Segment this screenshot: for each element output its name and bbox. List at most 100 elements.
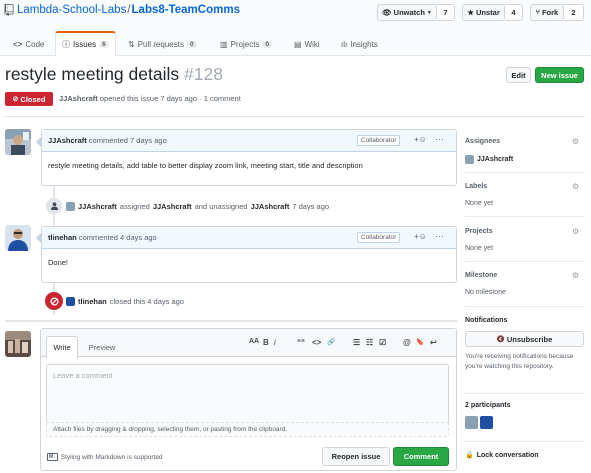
gear-icon[interactable]: ⚙ bbox=[572, 271, 579, 280]
list-ordered-icon[interactable]: ☷ bbox=[366, 338, 373, 347]
status-label: Closed bbox=[20, 94, 46, 104]
avatar[interactable] bbox=[66, 202, 75, 211]
event-action: and unassigned bbox=[194, 202, 248, 211]
caret-down-icon: ▼ bbox=[426, 9, 432, 16]
repo-nav: <> Code ⓘ Issues 6 ⇅ Pull requests 0 ▥ P… bbox=[0, 31, 591, 56]
git-pull-request-icon: ⇅ bbox=[128, 39, 135, 49]
new-issue-button[interactable]: New issue bbox=[535, 67, 584, 83]
mention-icon[interactable]: @ bbox=[403, 338, 411, 347]
list-unordered-icon[interactable]: ☰ bbox=[353, 338, 360, 347]
code-icon[interactable]: <> bbox=[312, 338, 321, 347]
attach-files-hint[interactable]: Attach files by dragging & dropping, sel… bbox=[46, 422, 449, 437]
stargazers-count[interactable]: 4 bbox=[505, 4, 523, 21]
event-time[interactable]: 7 days ago bbox=[292, 202, 329, 211]
event-actor-link[interactable]: tlinehan bbox=[78, 297, 107, 306]
participant-avatars bbox=[465, 416, 585, 429]
sidebar-heading: Milestone bbox=[465, 272, 498, 279]
avatar[interactable] bbox=[66, 297, 75, 306]
avatar[interactable] bbox=[5, 225, 31, 251]
avatar[interactable] bbox=[480, 416, 493, 429]
gear-icon[interactable]: ⚙ bbox=[572, 137, 579, 146]
sidebar-divider bbox=[465, 261, 585, 262]
milestone-value: No milestone bbox=[465, 289, 506, 296]
unsubscribe-button[interactable]: 🔇 Unsubscribe bbox=[465, 331, 584, 347]
kebab-horizontal-icon[interactable]: ··· bbox=[435, 231, 444, 241]
watchers-count[interactable]: 7 bbox=[437, 4, 455, 21]
project-icon: ▥ bbox=[220, 39, 228, 49]
markdown-note-text[interactable]: Styling with Markdown is supported bbox=[61, 454, 163, 461]
comment-author-link[interactable]: JJAshcraft bbox=[48, 136, 87, 145]
tab-wiki[interactable]: ▤ Wiki bbox=[294, 32, 320, 56]
star-icon: ★ bbox=[467, 8, 474, 17]
tab-issues[interactable]: ⓘ Issues 6 bbox=[55, 31, 116, 56]
edit-title-button[interactable]: Edit bbox=[506, 67, 531, 83]
new-comment-form: Write Preview AA B i ““ <> 🔗 ☰ ☷ ☑ @ 🔖 ↩… bbox=[40, 328, 457, 471]
reply-icon[interactable]: ↩ bbox=[430, 338, 437, 347]
add-reaction-icon[interactable]: +☺ bbox=[414, 232, 427, 241]
header-divider bbox=[5, 116, 585, 117]
repo-owner-link[interactable]: Lambda-School-Labs bbox=[17, 4, 126, 16]
comment-timestamp[interactable]: commented 7 days ago bbox=[89, 136, 167, 145]
tab-projects[interactable]: ▥ Projects 0 bbox=[220, 32, 273, 56]
italic-icon[interactable]: i bbox=[274, 338, 276, 347]
quote-icon[interactable]: ““ bbox=[297, 338, 305, 347]
repo-name-link[interactable]: Labs8-TeamComms bbox=[132, 4, 240, 16]
text-size-icon[interactable]: AA bbox=[249, 338, 259, 345]
sidebar-assignees[interactable]: Assignees ⚙ JJAshcraft bbox=[465, 137, 585, 164]
comment-timestamp[interactable]: commented 4 days ago bbox=[79, 233, 157, 242]
issue-opened-icon: ⓘ bbox=[62, 40, 70, 49]
comment-author-link[interactable]: tlinehan bbox=[48, 233, 77, 242]
sidebar-milestone[interactable]: Milestone ⚙ No milestone bbox=[465, 271, 585, 296]
assignee-name[interactable]: JJAshcraft bbox=[477, 156, 513, 163]
sidebar-projects[interactable]: Projects ⚙ None yet bbox=[465, 227, 585, 252]
issue-author-link[interactable]: JJAshcraft bbox=[59, 94, 98, 103]
labels-value: None yet bbox=[465, 200, 494, 207]
graph-icon: ılı bbox=[341, 39, 348, 49]
fork-button[interactable]: ⑂ Fork bbox=[530, 4, 564, 21]
gear-icon[interactable]: ⚙ bbox=[572, 182, 579, 191]
tab-insights[interactable]: ılı Insights bbox=[341, 32, 378, 56]
avatar-tlinehan-image bbox=[5, 225, 31, 251]
tab-label: Pull requests bbox=[137, 39, 184, 49]
avatar[interactable] bbox=[5, 129, 31, 155]
tab-label: Insights bbox=[350, 39, 378, 49]
event-target-link[interactable]: JJAshcraft bbox=[153, 202, 192, 211]
bookmark-icon[interactable]: 🔖 bbox=[416, 338, 424, 346]
lock-conversation-link[interactable]: 🔒 Lock conversation bbox=[465, 451, 585, 460]
tab-write[interactable]: Write bbox=[46, 336, 78, 358]
tab-code[interactable]: <> Code bbox=[13, 32, 44, 56]
kebab-horizontal-icon[interactable]: ··· bbox=[435, 134, 444, 144]
avatar[interactable] bbox=[465, 416, 478, 429]
link-icon[interactable]: 🔗 bbox=[327, 338, 335, 346]
repo-forked-icon: ⑂ bbox=[535, 9, 540, 16]
unstar-button[interactable]: ★ Unstar bbox=[462, 4, 505, 21]
unstar-label: Unstar bbox=[475, 8, 500, 17]
add-reaction-icon[interactable]: +☺ bbox=[414, 135, 427, 144]
sidebar-heading: 2 participants bbox=[465, 402, 511, 409]
sidebar-labels[interactable]: Labels ⚙ None yet bbox=[465, 182, 585, 207]
issue-closed-icon: ⊘ bbox=[12, 96, 19, 103]
tab-label: Code bbox=[25, 39, 45, 49]
unwatch-button[interactable]: 👁 Unwatch ▼ bbox=[377, 4, 437, 21]
avatar bbox=[465, 155, 474, 164]
avatar[interactable] bbox=[5, 331, 31, 357]
forks-count[interactable]: 2 bbox=[564, 4, 584, 21]
reopen-issue-button[interactable]: Reopen issue bbox=[322, 447, 390, 466]
assignee-item[interactable]: JJAshcraft bbox=[465, 155, 585, 164]
sidebar-heading: Notifications bbox=[465, 317, 508, 324]
tab-pull-requests[interactable]: ⇅ Pull requests 0 bbox=[128, 32, 197, 56]
comment-button[interactable]: Comment bbox=[393, 447, 449, 466]
sidebar-divider bbox=[465, 441, 585, 442]
tab-preview[interactable]: Preview bbox=[82, 336, 122, 358]
lock-label: Lock conversation bbox=[476, 451, 539, 459]
composer-tab-bar: Write Preview AA B i ““ <> 🔗 ☰ ☷ ☑ @ 🔖 ↩ bbox=[41, 329, 456, 358]
role-label: Collaborator bbox=[357, 135, 401, 146]
lock-icon: 🔒 bbox=[465, 452, 474, 459]
comment-textarea[interactable]: Leave a comment bbox=[46, 364, 449, 422]
event-target-link[interactable]: JJAshcraft bbox=[251, 202, 290, 211]
gear-icon[interactable]: ⚙ bbox=[572, 227, 579, 236]
event-actor-link[interactable]: JJAshcraft bbox=[78, 202, 117, 211]
role-label: Collaborator bbox=[357, 232, 401, 243]
tasklist-icon[interactable]: ☑ bbox=[379, 338, 386, 347]
bold-icon[interactable]: B bbox=[263, 338, 269, 347]
